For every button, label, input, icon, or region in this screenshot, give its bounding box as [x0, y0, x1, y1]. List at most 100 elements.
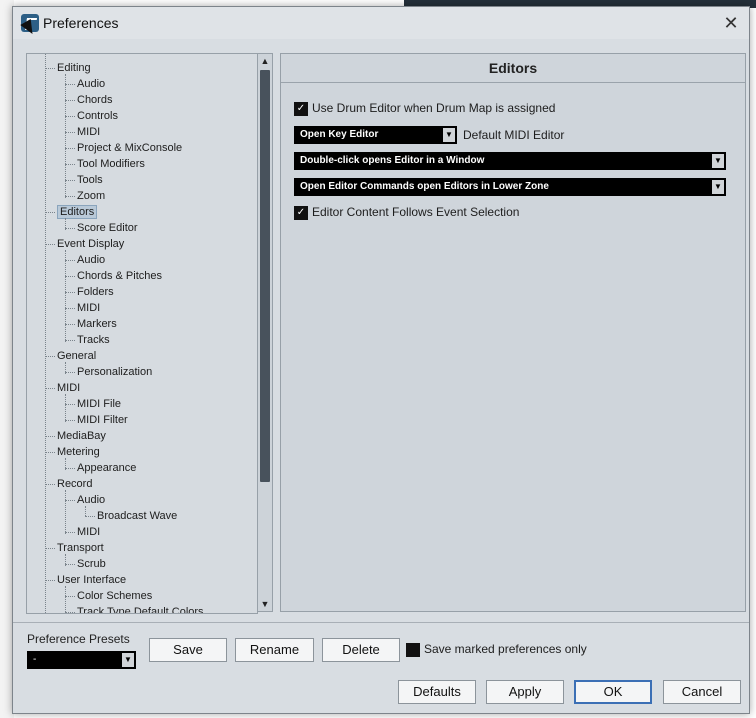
tree-item[interactable]: Markers: [77, 316, 117, 332]
tree-scrollbar[interactable]: ▲ ▼: [257, 53, 273, 612]
follows-selection-checkbox[interactable]: ✓: [294, 206, 308, 220]
tree-item-label: User Interface: [57, 574, 127, 586]
default-midi-editor-label: Default MIDI Editor: [463, 128, 565, 142]
tree-item-label: Score Editor: [77, 222, 138, 234]
tree-item-label: Chords & Pitches: [77, 270, 162, 282]
tree-item-label: MediaBay: [57, 430, 106, 442]
preference-presets-label: Preference Presets: [27, 632, 130, 646]
tree-item-label: Audio: [77, 494, 106, 506]
tree-item[interactable]: Audio: [77, 252, 105, 268]
tree-branch: [65, 250, 67, 342]
tree-item[interactable]: Controls: [77, 108, 118, 124]
tree-branch: [65, 394, 67, 422]
chevron-down-icon: ▼: [712, 180, 724, 194]
use-drum-editor-checkbox[interactable]: ✓: [294, 102, 308, 116]
tree-item[interactable]: Tracks: [77, 332, 110, 348]
tree-item-label: Transport: [57, 542, 104, 554]
use-drum-editor-label: Use Drum Editor when Drum Map is assigne…: [312, 101, 556, 115]
save-marked-checkbox[interactable]: [406, 643, 420, 657]
tree-item-label: Controls: [77, 110, 118, 122]
follows-selection-label: Editor Content Follows Event Selection: [312, 205, 520, 219]
tree-item-label: Metering: [57, 446, 100, 458]
tree-branch: [65, 458, 67, 470]
tree-trunk: [45, 54, 47, 613]
bottom-divider: [13, 622, 749, 623]
tree-item[interactable]: Personalization: [77, 364, 152, 380]
tree-item[interactable]: Chords: [77, 92, 112, 108]
tree-item[interactable]: Scrub: [77, 556, 106, 572]
editor-commands-value: Open Editor Commands open Editors in Low…: [300, 181, 549, 192]
tree-item-label: MIDI: [77, 302, 101, 314]
tree-item-label: Record: [57, 478, 93, 490]
scroll-thumb[interactable]: [260, 70, 270, 482]
apply-button[interactable]: Apply: [486, 680, 564, 704]
title-bar: Preferences ✕: [13, 7, 749, 39]
tree-item[interactable]: Transport: [57, 540, 104, 556]
tree-item-label: Audio: [77, 78, 106, 90]
preference-presets-value: -: [33, 654, 37, 665]
tree-item[interactable]: MIDI: [77, 300, 100, 316]
tree-item[interactable]: Record: [57, 476, 92, 492]
tree-item[interactable]: Project & MixConsole: [77, 140, 182, 156]
tree-branch: [85, 506, 87, 516]
ok-button[interactable]: OK: [574, 680, 652, 704]
tree-item-label: Track Type Default Colors: [77, 606, 204, 614]
tree-item-label: Tracks: [77, 334, 110, 346]
section-title: Editors: [488, 60, 538, 76]
tree-item-label: Tools: [77, 174, 103, 186]
tree-item[interactable]: Color Schemes: [77, 588, 152, 604]
tree-item[interactable]: General: [57, 348, 96, 364]
default-midi-editor-dropdown[interactable]: Open Key Editor ▼: [294, 126, 457, 144]
tree-item[interactable]: MIDI: [77, 124, 100, 140]
tree-item[interactable]: Score Editor: [77, 220, 138, 236]
double-click-dropdown[interactable]: Double-click opens Editor in a Window ▼: [294, 152, 726, 170]
tree-item[interactable]: User Interface: [57, 572, 126, 588]
tree-item[interactable]: MIDI: [77, 524, 100, 540]
preferences-dialog: Preferences ✕ Editing Audio Chords Controls…: [12, 6, 750, 714]
scroll-down-arrow-icon[interactable]: ▼: [258, 597, 272, 611]
tree-item-label: Scrub: [77, 558, 106, 570]
preference-presets-dropdown[interactable]: - ▼: [27, 651, 136, 669]
tree-item[interactable]: Appearance: [77, 460, 136, 476]
tree-item[interactable]: Chords & Pitches: [77, 268, 162, 284]
tree-item-label: MIDI: [57, 382, 81, 394]
scroll-up-arrow-icon[interactable]: ▲: [258, 54, 272, 68]
tree-item-label: MIDI Filter: [77, 414, 128, 426]
tree-item-label: MIDI: [77, 126, 101, 138]
tree-item-label: Event Display: [57, 238, 125, 250]
tree-item-label: Tool Modifiers: [77, 158, 145, 170]
tree-item[interactable]: Editors: [57, 204, 98, 220]
default-midi-editor-value: Open Key Editor: [300, 129, 379, 140]
cancel-button[interactable]: Cancel: [663, 680, 741, 704]
editors-settings-panel: Editors ✓ Use Drum Editor when Drum Map …: [280, 53, 746, 612]
rename-preset-button[interactable]: Rename: [235, 638, 314, 662]
tree-item-label: MIDI: [77, 526, 101, 538]
tree-item-label: Project & MixConsole: [77, 142, 183, 154]
tree-item[interactable]: MIDI Filter: [77, 412, 128, 428]
editor-commands-dropdown[interactable]: Open Editor Commands open Editors in Low…: [294, 178, 726, 196]
tree-item[interactable]: Metering: [57, 444, 100, 460]
defaults-button[interactable]: Defaults: [398, 680, 476, 704]
tree-branch: [65, 218, 67, 230]
tree-item[interactable]: Tools: [77, 172, 103, 188]
tree-item[interactable]: Broadcast Wave: [97, 508, 177, 524]
tree-item-label: Appearance: [77, 462, 137, 474]
tree-item[interactable]: Audio: [77, 76, 105, 92]
tree-item[interactable]: Editing: [57, 60, 91, 76]
tree-item[interactable]: Event Display: [57, 236, 124, 252]
tree-item[interactable]: Tool Modifiers: [77, 156, 145, 172]
section-divider: [281, 82, 745, 83]
close-button[interactable]: ✕: [721, 13, 741, 33]
tree-item[interactable]: MediaBay: [57, 428, 106, 444]
save-preset-button[interactable]: Save: [149, 638, 227, 662]
tree-item[interactable]: MIDI File: [77, 396, 121, 412]
tree-item-label: MIDI File: [77, 398, 121, 410]
tree-item[interactable]: Audio: [77, 492, 105, 508]
delete-preset-button[interactable]: Delete: [322, 638, 400, 662]
chevron-down-icon: ▼: [122, 653, 134, 667]
tree-branch: [65, 490, 67, 534]
tree-item[interactable]: MIDI: [57, 380, 80, 396]
tree-item[interactable]: Track Type Default Colors: [77, 604, 204, 614]
tree-item[interactable]: Zoom: [77, 188, 105, 204]
tree-item[interactable]: Folders: [77, 284, 114, 300]
